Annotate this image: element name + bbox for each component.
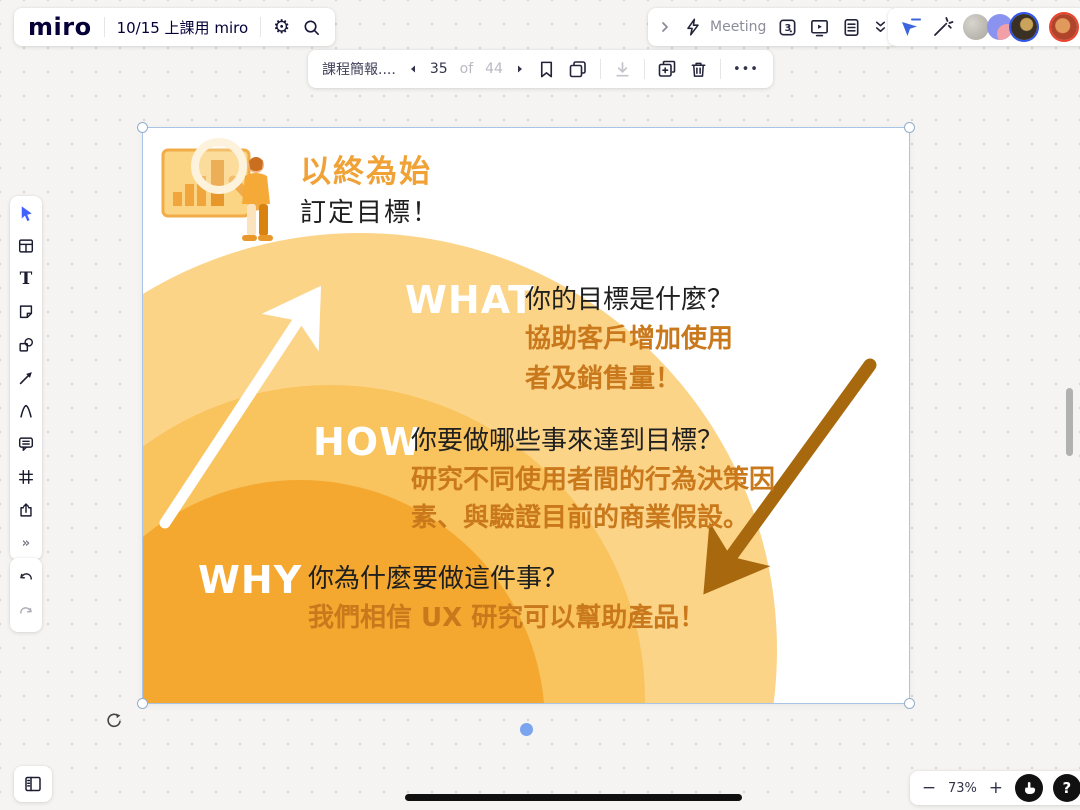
zoom-out-button[interactable]: − bbox=[920, 778, 938, 798]
resize-handle-bottom-right[interactable] bbox=[904, 698, 915, 709]
sticky-note-tool[interactable] bbox=[16, 302, 36, 322]
selected-frame[interactable]: 以終為始 訂定目標！ WHAT 你的目標是什麼？ 協助客戶增加使用 者及銷售量！… bbox=[143, 128, 909, 703]
collaboration-bar bbox=[888, 8, 1080, 46]
next-slide-icon[interactable] bbox=[515, 64, 525, 74]
miro-logo: miro bbox=[28, 13, 92, 41]
answer-why-line1: 我們相信 UX 研究可以幫助產品！ bbox=[308, 605, 705, 631]
undo-redo-bar bbox=[10, 558, 42, 632]
header-bar: miro 10/15 上課用 miro ⚙ bbox=[14, 8, 335, 46]
resize-handle-top-left[interactable] bbox=[137, 122, 148, 133]
comment-tool[interactable] bbox=[16, 434, 36, 454]
undo-icon[interactable] bbox=[16, 568, 36, 588]
divider bbox=[260, 17, 261, 37]
slide-canvas[interactable]: 以終為始 訂定目標！ WHAT 你的目標是什麼？ 協助客戶增加使用 者及銷售量！… bbox=[143, 128, 909, 703]
trash-icon[interactable] bbox=[689, 60, 708, 79]
avatar[interactable] bbox=[987, 14, 1013, 40]
board-title[interactable]: 10/15 上課用 miro bbox=[117, 17, 249, 38]
slide-page-dot[interactable] bbox=[520, 723, 533, 736]
connector-arrow-tool[interactable] bbox=[16, 368, 36, 388]
calendar-icon[interactable]: 3 bbox=[777, 17, 798, 38]
settings-gear-icon[interactable]: ⚙ bbox=[273, 18, 290, 37]
frames-panel-button[interactable] bbox=[14, 766, 52, 802]
select-cursor-tool[interactable] bbox=[16, 203, 36, 223]
avatar[interactable] bbox=[1011, 14, 1037, 40]
answer-what-line2: 者及銷售量！ bbox=[525, 366, 681, 392]
meeting-bar: Meeting 3 bbox=[648, 8, 898, 46]
more-tools-button[interactable]: » bbox=[16, 533, 36, 553]
help-button[interactable]: ? bbox=[1053, 774, 1080, 802]
resize-handle-top-right[interactable] bbox=[904, 122, 915, 133]
frame-tool[interactable] bbox=[16, 467, 36, 487]
white-up-arrow bbox=[165, 295, 315, 523]
canvas[interactable]: { "header": { "logo": "miro", "board_tit… bbox=[0, 0, 1080, 810]
frame-toolbar: 課程簡報.... 35 of 44 ••• bbox=[308, 50, 773, 88]
templates-tool[interactable] bbox=[16, 236, 36, 256]
divider bbox=[720, 59, 721, 79]
energy-lightning-icon[interactable] bbox=[683, 17, 703, 37]
keyword-what: WHAT bbox=[405, 281, 535, 319]
keyword-how: HOW bbox=[313, 423, 422, 461]
text-tool[interactable]: T bbox=[16, 269, 36, 289]
question-why: 你為什麼要做這件事？ bbox=[308, 566, 568, 592]
vertical-scrollbar-thumb[interactable] bbox=[1066, 388, 1073, 456]
notes-icon[interactable] bbox=[841, 17, 862, 38]
upload-tool[interactable] bbox=[16, 500, 36, 520]
touch-mode-button[interactable] bbox=[1015, 774, 1043, 802]
creation-toolbar: T » bbox=[10, 196, 42, 560]
zoom-in-button[interactable]: + bbox=[987, 778, 1005, 798]
page-current: 35 bbox=[430, 61, 448, 77]
page-of-label: of bbox=[460, 61, 474, 77]
answer-what-line1: 協助客戶增加使用 bbox=[525, 326, 733, 352]
pen-tool[interactable] bbox=[16, 401, 36, 421]
bookmark-icon[interactable] bbox=[537, 60, 556, 79]
download-icon[interactable] bbox=[613, 60, 632, 79]
answer-how-line1: 研究不同使用者間的行為決策因 bbox=[411, 467, 775, 493]
slide-title-sub: 訂定目標！ bbox=[300, 192, 440, 229]
follow-cursor-icon[interactable] bbox=[899, 15, 923, 39]
home-indicator-bar bbox=[405, 794, 742, 801]
divider bbox=[104, 17, 105, 37]
magnifier-chart-illustration bbox=[157, 134, 282, 246]
divider bbox=[644, 59, 645, 79]
avatar-current-user[interactable] bbox=[1051, 14, 1077, 40]
duplicate-icon[interactable] bbox=[657, 59, 677, 79]
meeting-label[interactable]: Meeting bbox=[710, 19, 766, 35]
question-how: 你要做哪些事來達到目標？ bbox=[411, 428, 723, 454]
shapes-tool[interactable] bbox=[16, 335, 36, 355]
slide-title-accent: 以終為始 bbox=[300, 146, 432, 191]
redo-icon[interactable] bbox=[16, 602, 36, 622]
slides-stack-icon[interactable] bbox=[568, 59, 588, 79]
collapse-double-chevron-icon[interactable] bbox=[873, 19, 888, 35]
deck-name[interactable]: 課程簡報.... bbox=[322, 59, 396, 79]
question-what: 你的目標是什麼？ bbox=[525, 287, 733, 313]
answer-how-line2: 素、與驗證目前的商業假設。 bbox=[411, 505, 749, 531]
presentation-icon[interactable] bbox=[809, 17, 830, 38]
avatar[interactable] bbox=[963, 14, 989, 40]
rotate-handle-icon[interactable] bbox=[105, 712, 123, 730]
chevron-right-icon[interactable] bbox=[658, 20, 672, 34]
page-total: 44 bbox=[485, 61, 503, 77]
search-icon[interactable] bbox=[302, 18, 321, 37]
prev-slide-icon[interactable] bbox=[408, 64, 418, 74]
more-options-button[interactable]: ••• bbox=[733, 62, 759, 77]
zoom-controls: − 73% + ? bbox=[910, 771, 1080, 805]
resize-handle-bottom-left[interactable] bbox=[137, 698, 148, 709]
divider bbox=[600, 59, 601, 79]
laser-pointer-icon[interactable] bbox=[931, 15, 955, 39]
keyword-why: WHY bbox=[198, 561, 302, 599]
zoom-level[interactable]: 73% bbox=[948, 781, 977, 796]
